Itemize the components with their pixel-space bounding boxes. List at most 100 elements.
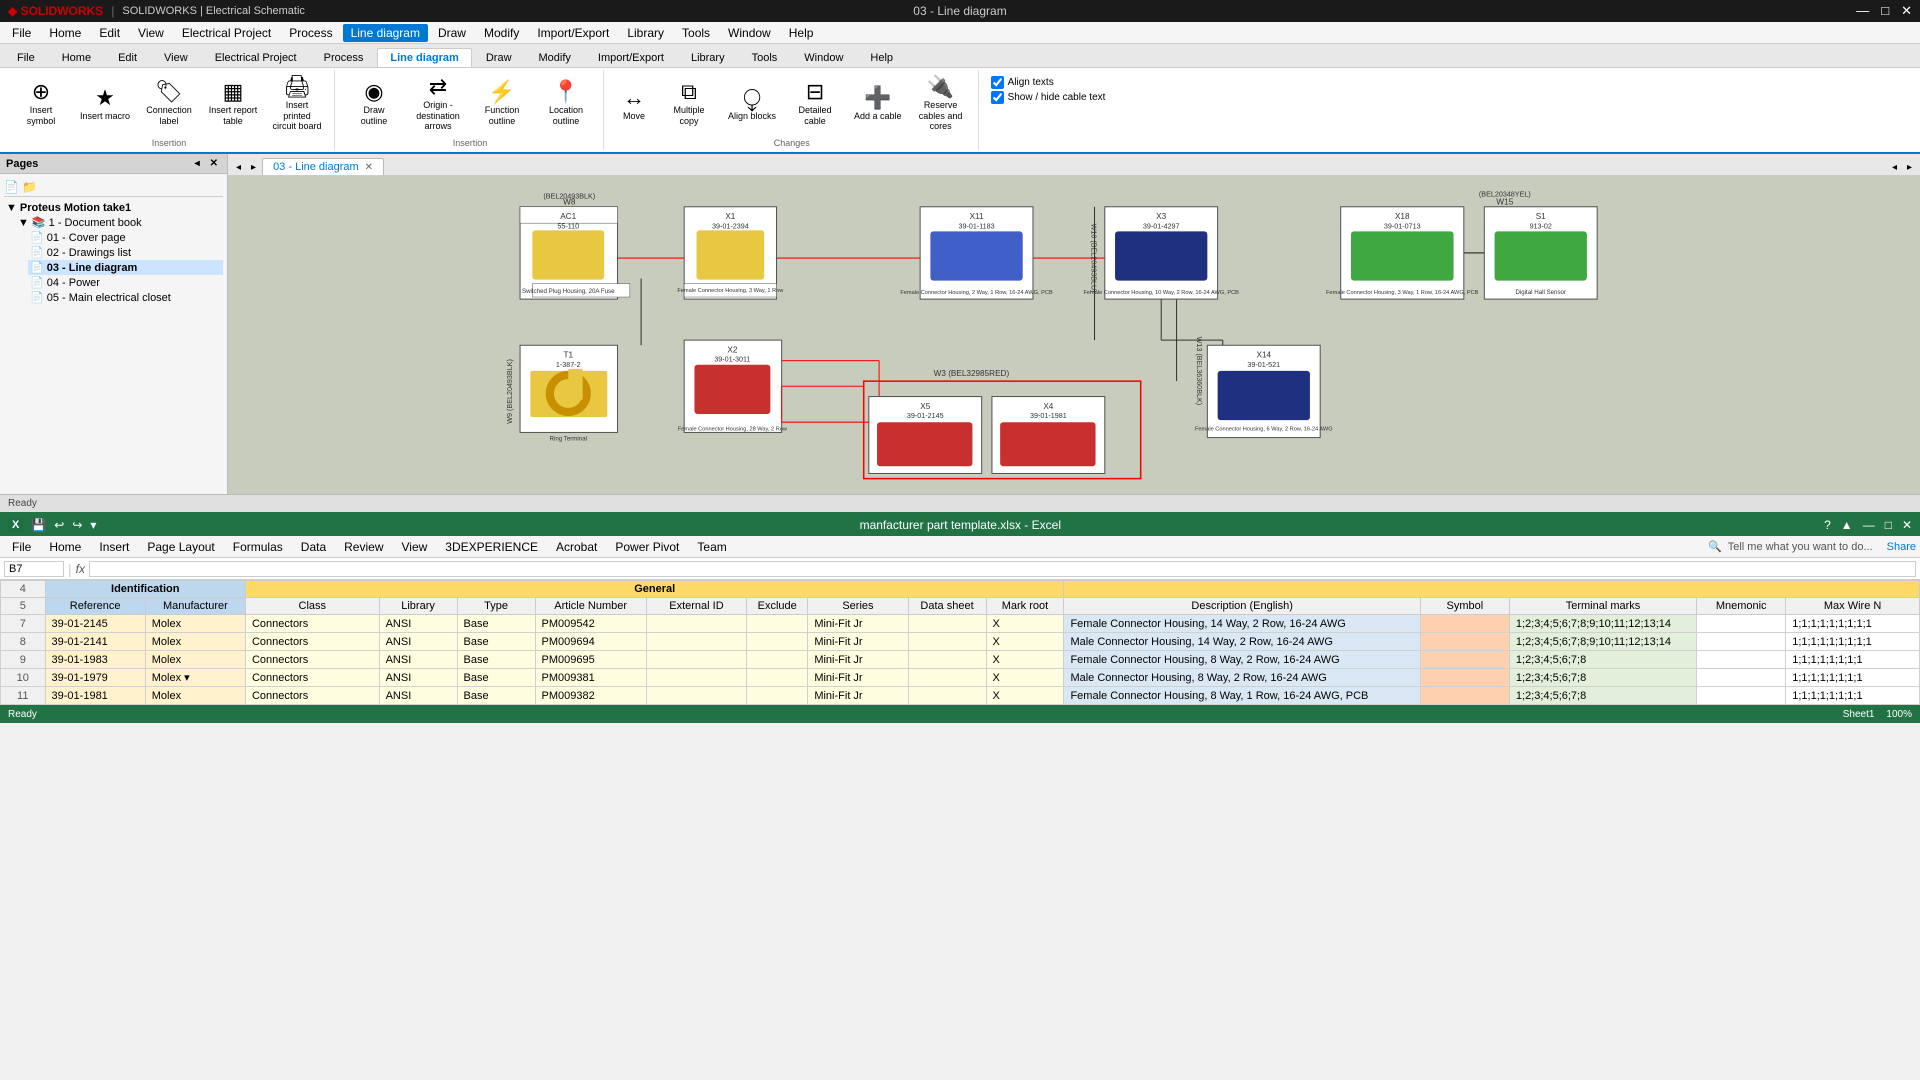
cell-series-8[interactable]: Mini-Fit Jr — [808, 633, 908, 651]
function-outline-btn[interactable]: ⚡ Function outline — [471, 72, 533, 136]
insert-report-table-btn[interactable]: ▦ Insert report table — [202, 72, 264, 136]
menu-import-export[interactable]: Import/Export — [529, 24, 617, 42]
cell-class-7[interactable]: Connectors — [245, 615, 379, 633]
tab-scroll-right[interactable]: ▸ — [247, 160, 260, 175]
excel-menu-file[interactable]: File — [4, 538, 39, 556]
tab-modify[interactable]: Modify — [526, 48, 584, 67]
cell-maxwire-9[interactable]: 1;1;1;1;1;1;1;1 — [1786, 651, 1920, 669]
drawing-nav-left[interactable]: ◂ — [1888, 160, 1901, 175]
menu-line-diagram[interactable]: Line diagram — [343, 24, 428, 42]
cell-markroot-10[interactable]: X — [986, 669, 1064, 687]
menu-help[interactable]: Help — [781, 24, 822, 42]
cell-article-8[interactable]: PM009694 — [535, 633, 646, 651]
tab-help[interactable]: Help — [857, 48, 906, 67]
cell-datasheet-10[interactable] — [908, 669, 986, 687]
cell-datasheet-9[interactable] — [908, 651, 986, 669]
canvas[interactable]: AC1 55-110 Switched Plug Housing, 20A Fu… — [228, 176, 1920, 494]
cell-datasheet-7[interactable] — [908, 615, 986, 633]
cell-mfr-9[interactable]: Molex — [145, 651, 245, 669]
cell-mnemonic-8[interactable] — [1697, 633, 1786, 651]
excel-help-icon[interactable]: ? — [1824, 518, 1831, 532]
excel-tell-me[interactable]: 🔍 Tell me what you want to do... — [1708, 540, 1873, 553]
cell-markroot-9[interactable]: X — [986, 651, 1064, 669]
detailed-cable-btn[interactable]: ⊟ Detailed cable — [784, 72, 846, 136]
add-cable-btn[interactable]: ➕ Add a cable — [848, 72, 908, 136]
cell-extid-9[interactable] — [646, 651, 746, 669]
cell-symbol-7[interactable] — [1420, 615, 1509, 633]
connection-label-btn[interactable]: 🏷 Connection label — [138, 72, 200, 136]
excel-toolbar-undo[interactable]: ↩ — [54, 518, 64, 532]
tree-root[interactable]: ▼ Proteus Motion take1 — [4, 201, 223, 215]
cell-class-10[interactable]: Connectors — [245, 669, 379, 687]
menu-process[interactable]: Process — [281, 24, 340, 42]
tab-home[interactable]: Home — [49, 48, 104, 67]
cell-series-9[interactable]: Mini-Fit Jr — [808, 651, 908, 669]
cell-ref-7[interactable]: 39-01-2145 — [45, 615, 145, 633]
menu-window[interactable]: Window — [720, 24, 779, 42]
cell-ref-11[interactable]: 39-01-1981 — [45, 687, 145, 705]
tab-electrical-project[interactable]: Electrical Project — [202, 48, 310, 67]
cell-markroot-7[interactable]: X — [986, 615, 1064, 633]
excel-ribbon-collapse[interactable]: ▲ — [1841, 518, 1853, 532]
cell-description-11[interactable]: Female Connector Housing, 8 Way, 1 Row, … — [1064, 687, 1420, 705]
insert-symbol-btn[interactable]: ⊕ Insert symbol — [10, 72, 72, 136]
excel-share-btn[interactable]: Share — [1887, 541, 1916, 553]
reserve-cables-btn[interactable]: 🔌 Reserve cables and cores — [910, 72, 972, 136]
cell-mnemonic-11[interactable] — [1697, 687, 1786, 705]
cell-series-11[interactable]: Mini-Fit Jr — [808, 687, 908, 705]
cell-class-9[interactable]: Connectors — [245, 651, 379, 669]
cell-terminal-10[interactable]: 1;2;3;4;5;6;7;8 — [1509, 669, 1696, 687]
tab-window[interactable]: Window — [791, 48, 856, 67]
tree-new-icon[interactable]: 📄 — [4, 180, 19, 194]
cell-mfr-7[interactable]: Molex — [145, 615, 245, 633]
excel-menu-3dexp[interactable]: 3DEXPERIENCE — [437, 538, 546, 556]
excel-grid-wrapper[interactable]: 4 Identification General 5 Reference Man… — [0, 580, 1920, 705]
excel-menu-page-layout[interactable]: Page Layout — [139, 538, 222, 556]
location-outline-btn[interactable]: 📍 Location outline — [535, 72, 597, 136]
cell-mfr-10[interactable]: Molex ▾ — [145, 669, 245, 687]
menu-library[interactable]: Library — [619, 24, 672, 42]
excel-toolbar-redo[interactable]: ↪ — [72, 518, 82, 532]
excel-window-controls[interactable]: ? ▲ — □ ✕ — [1824, 518, 1912, 532]
excel-maximize[interactable]: □ — [1885, 518, 1892, 532]
tree-power[interactable]: 📄 04 - Power — [28, 275, 223, 290]
excel-menu-insert[interactable]: Insert — [91, 538, 137, 556]
insert-macro-btn[interactable]: ★ Insert macro — [74, 72, 136, 136]
cell-ref-9[interactable]: 39-01-1983 — [45, 651, 145, 669]
excel-menu-view[interactable]: View — [394, 538, 436, 556]
cell-maxwire-11[interactable]: 1;1;1;1;1;1;1;1 — [1786, 687, 1920, 705]
excel-menu-team[interactable]: Team — [689, 538, 734, 556]
tab-line-diagram[interactable]: Line diagram — [377, 48, 471, 67]
drawing-tab-close[interactable]: ✕ — [365, 162, 373, 173]
menu-edit[interactable]: Edit — [91, 24, 128, 42]
tab-import-export[interactable]: Import/Export — [585, 48, 677, 67]
cell-library-7[interactable]: ANSI — [379, 615, 457, 633]
excel-menu-data[interactable]: Data — [293, 538, 334, 556]
cell-terminal-7[interactable]: 1;2;3;4;5;6;7;8;9;10;11;12;13;14 — [1509, 615, 1696, 633]
cell-description-10[interactable]: Male Connector Housing, 8 Way, 2 Row, 16… — [1064, 669, 1420, 687]
excel-toolbar-save[interactable]: 💾 — [31, 518, 46, 532]
minimize-btn[interactable]: — — [1856, 3, 1869, 19]
cell-symbol-9[interactable] — [1420, 651, 1509, 669]
cell-article-7[interactable]: PM009542 — [535, 615, 646, 633]
tab-tools[interactable]: Tools — [739, 48, 791, 67]
cell-type-8[interactable]: Base — [457, 633, 535, 651]
cell-description-7[interactable]: Female Connector Housing, 14 Way, 2 Row,… — [1064, 615, 1420, 633]
cell-library-11[interactable]: ANSI — [379, 687, 457, 705]
cell-type-9[interactable]: Base — [457, 651, 535, 669]
cell-maxwire-10[interactable]: 1;1;1;1;1;1;1;1 — [1786, 669, 1920, 687]
cell-type-11[interactable]: Base — [457, 687, 535, 705]
cell-class-11[interactable]: Connectors — [245, 687, 379, 705]
cell-maxwire-8[interactable]: 1;1;1;1;1;1;1;1;1 — [1786, 633, 1920, 651]
excel-menu-formulas[interactable]: Formulas — [225, 538, 291, 556]
cell-exclude-7[interactable] — [747, 615, 808, 633]
excel-menu-power-pivot[interactable]: Power Pivot — [607, 538, 687, 556]
cell-library-9[interactable]: ANSI — [379, 651, 457, 669]
draw-outline-btn[interactable]: ◉ Draw outline — [343, 72, 405, 136]
multiple-copy-btn[interactable]: ⧉ Multiple copy — [658, 72, 720, 136]
cell-article-11[interactable]: PM009382 — [535, 687, 646, 705]
cell-ref-8[interactable]: 39-01-2141 — [45, 633, 145, 651]
tree-line-diagram[interactable]: 📄 03 - Line diagram — [28, 260, 223, 275]
cell-library-10[interactable]: ANSI — [379, 669, 457, 687]
cell-markroot-8[interactable]: X — [986, 633, 1064, 651]
